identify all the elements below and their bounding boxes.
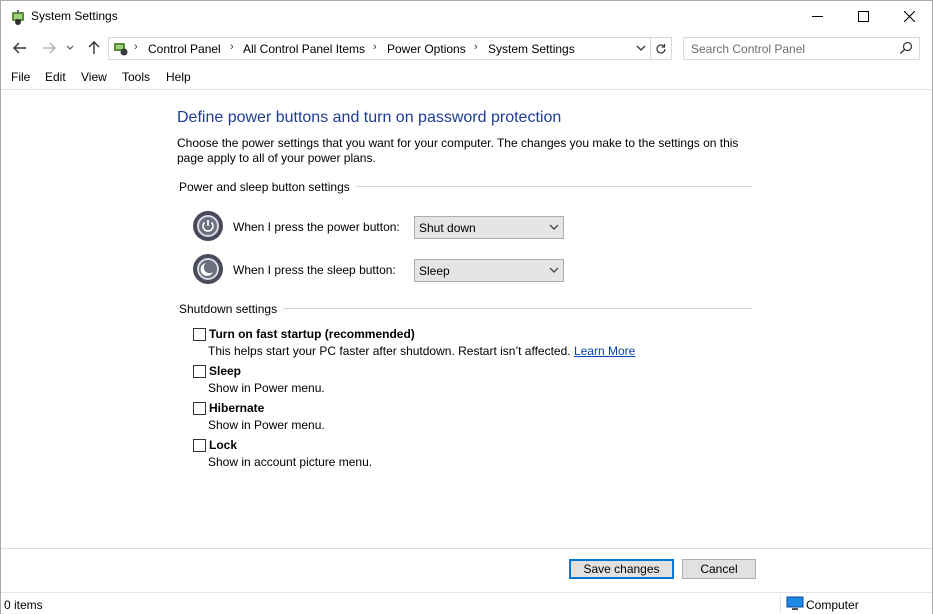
- breadcrumb-system-settings[interactable]: System Settings: [488, 42, 575, 56]
- sleep-button-label: When I press the sleep button:: [233, 263, 396, 277]
- close-button[interactable]: [886, 1, 932, 32]
- control-panel-icon: [114, 43, 128, 56]
- breadcrumb-all-items[interactable]: All Control Panel Items: [243, 42, 365, 56]
- cancel-button[interactable]: Cancel: [682, 559, 756, 579]
- chevron-down-icon: [66, 45, 74, 50]
- status-location: Computer: [806, 598, 859, 612]
- up-arrow-icon: [88, 41, 100, 54]
- menu-view[interactable]: View: [81, 70, 107, 84]
- sleep-description: Show in Power menu.: [208, 381, 325, 395]
- search-input[interactable]: [684, 38, 896, 59]
- power-button-icon: [193, 211, 223, 241]
- power-group-title: Power and sleep button settings: [179, 180, 356, 194]
- recent-locations-button[interactable]: [63, 37, 77, 59]
- fast-startup-label[interactable]: Turn on fast startup (recommended): [209, 327, 415, 341]
- refresh-icon: [656, 43, 666, 54]
- refresh-button[interactable]: [650, 37, 672, 60]
- computer-icon: [786, 596, 804, 610]
- fast-startup-description-text: This helps start your PC faster after sh…: [208, 344, 571, 358]
- shutdown-group-title: Shutdown settings: [179, 302, 284, 316]
- power-button-select[interactable]: Shut down: [414, 216, 564, 239]
- minimize-button[interactable]: [794, 1, 840, 32]
- footer-divider: [1, 548, 932, 549]
- lock-description: Show in account picture menu.: [208, 455, 373, 469]
- window: System Settings › Control Panel › All Co…: [0, 0, 933, 614]
- page-description: Choose the power settings that you want …: [177, 136, 739, 165]
- breadcrumb-separator-icon: ›: [474, 41, 478, 53]
- status-bar: 0 items Computer: [1, 592, 932, 614]
- item-count: 0 items: [4, 598, 43, 612]
- sleep-button-select[interactable]: Sleep: [414, 259, 564, 282]
- lock-checkbox[interactable]: [193, 439, 206, 452]
- chevron-down-icon: [549, 224, 559, 230]
- hibernate-description: Show in Power menu.: [208, 418, 325, 432]
- maximize-icon: [857, 11, 869, 22]
- save-changes-button[interactable]: Save changes: [569, 559, 674, 579]
- learn-more-link[interactable]: Learn More: [574, 344, 635, 358]
- sleep-checkbox[interactable]: [193, 365, 206, 378]
- power-options-icon: [12, 10, 24, 25]
- menu-help[interactable]: Help: [166, 70, 191, 84]
- fast-startup-checkbox[interactable]: [193, 328, 206, 341]
- search-box[interactable]: [683, 37, 920, 60]
- breadcrumb-separator-icon: ›: [230, 41, 234, 53]
- sleep-label[interactable]: Sleep: [209, 364, 241, 378]
- close-icon: [903, 11, 915, 22]
- address-bar[interactable]: › Control Panel › All Control Panel Item…: [108, 37, 651, 60]
- fast-startup-description: This helps start your PC faster after sh…: [208, 344, 635, 358]
- chevron-down-icon: [549, 267, 559, 273]
- hibernate-checkbox[interactable]: [193, 402, 206, 415]
- breadcrumb-separator-icon: ›: [373, 41, 377, 53]
- title-bar[interactable]: System Settings: [1, 1, 932, 32]
- sleep-button-icon: [193, 254, 223, 284]
- back-arrow-icon: [13, 42, 26, 54]
- power-button-label: When I press the power button:: [233, 220, 400, 234]
- breadcrumb-control-panel[interactable]: Control Panel: [148, 42, 221, 56]
- menu-bar: File Edit View Tools Help: [1, 67, 932, 90]
- menu-tools[interactable]: Tools: [122, 70, 150, 84]
- forward-arrow-icon: [43, 42, 56, 54]
- navigation-bar: › Control Panel › All Control Panel Item…: [1, 34, 932, 62]
- lock-label[interactable]: Lock: [209, 438, 237, 452]
- page-title: Define power buttons and turn on passwor…: [177, 109, 562, 126]
- window-title: System Settings: [31, 9, 118, 23]
- menu-edit[interactable]: Edit: [45, 70, 66, 84]
- maximize-button[interactable]: [840, 1, 886, 32]
- hibernate-label[interactable]: Hibernate: [209, 401, 264, 415]
- back-button[interactable]: [9, 37, 31, 59]
- search-icon: [900, 41, 913, 54]
- menu-file[interactable]: File: [11, 70, 30, 84]
- chevron-down-icon[interactable]: [634, 41, 648, 55]
- breadcrumb-power-options[interactable]: Power Options: [387, 42, 466, 56]
- minimize-icon: [811, 16, 823, 17]
- sleep-button-value: Sleep: [419, 264, 450, 278]
- up-button[interactable]: [83, 37, 105, 59]
- forward-button[interactable]: [38, 37, 60, 59]
- power-button-value: Shut down: [419, 221, 476, 235]
- breadcrumb-separator-icon: ›: [134, 41, 138, 53]
- status-divider: [780, 595, 781, 612]
